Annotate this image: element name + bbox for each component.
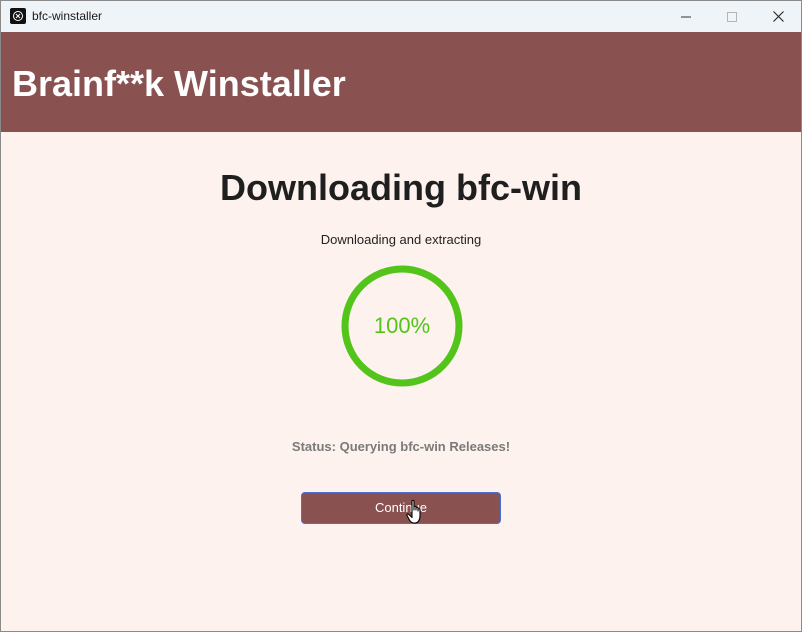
- minimize-icon: [681, 16, 691, 17]
- close-button[interactable]: [755, 1, 801, 32]
- page-subtitle: Downloading and extracting: [320, 232, 482, 247]
- app-header-title: Brainf**k Winstaller: [12, 63, 346, 104]
- title-bar[interactable]: bfc-winstaller: [1, 1, 801, 32]
- app-window: bfc-winstaller Brainf**k Winstaller Down…: [0, 0, 802, 632]
- status-text: Status: Querying bfc-win Releases!: [291, 439, 511, 454]
- minimize-button[interactable]: [663, 1, 709, 32]
- maximize-button[interactable]: [709, 1, 755, 32]
- close-icon: [772, 11, 784, 22]
- window-title: bfc-winstaller: [32, 9, 103, 23]
- continue-button[interactable]: Continue: [301, 492, 501, 524]
- maximize-icon: [727, 11, 737, 22]
- page-title: Downloading bfc-win: [220, 167, 582, 208]
- app-header: Brainf**k Winstaller: [1, 32, 801, 132]
- app-icon: [10, 8, 26, 24]
- progress-circle: 100%: [341, 265, 463, 387]
- progress-percent-label: 100%: [373, 313, 431, 338]
